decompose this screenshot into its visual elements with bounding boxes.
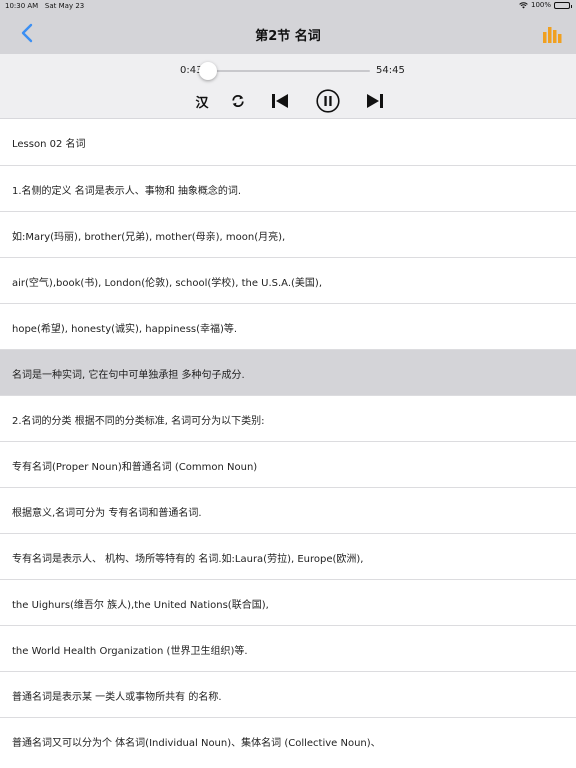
repeat-button[interactable] — [228, 90, 248, 112]
list-item[interactable]: hope(希望), honesty(诚实), happiness(幸福)等. — [0, 304, 576, 350]
list-item-text: 专有名词(Proper Noun)和普通名词 (Common Noun) — [12, 462, 258, 473]
list-item[interactable]: 如:Mary(玛丽), brother(兄弟), mother(母亲), moo… — [0, 212, 576, 258]
list-item-text: Lesson 02 名词 — [12, 139, 86, 150]
list-item-text: 普通名词又可以分为个 体名词(Individual Noun)、集体名词 (Co… — [12, 738, 381, 749]
progress-thumb[interactable] — [199, 62, 218, 80]
list-item[interactable]: the World Health Organization (世界卫生组织)等. — [0, 626, 576, 672]
list-item[interactable]: 名词是一种实词, 它在句中可单独承担 多种句子成分. — [0, 350, 576, 396]
skip-previous-icon — [272, 94, 288, 108]
pause-circle-icon — [316, 89, 340, 113]
audio-player: 0:43 54:45 汉 — [0, 54, 576, 119]
battery-icon — [554, 1, 572, 9]
lesson-text-list: Lesson 02 名词 1.名侧的定义 名词是表示人、事物和 抽象概念的词. 如:… — [0, 119, 576, 764]
list-item[interactable]: 专有名词是表示人、 机构、场所等特有的 名词.如:Laura(劳拉), Euro… — [0, 534, 576, 580]
battery-percent: 100% — [530, 1, 551, 9]
next-button[interactable] — [365, 90, 385, 112]
list-item-text: 如:Mary(玛丽), brother(兄弟), mother(母亲), moo… — [12, 232, 286, 243]
list-item-text: 1.名侧的定义 名词是表示人、事物和 抽象概念的词. — [12, 186, 242, 197]
list-item[interactable]: 普通名词又可以分为个 体名词(Individual Noun)、集体名词 (Co… — [0, 718, 576, 764]
list-item[interactable]: 专有名词(Proper Noun)和普通名词 (Common Noun) — [0, 442, 576, 488]
list-item-text: 名词是一种实词, 它在句中可单独承担 多种句子成分. — [12, 370, 245, 381]
page-title: 第2节 名词 — [255, 29, 321, 44]
list-item[interactable]: Lesson 02 名词 — [0, 119, 576, 166]
list-item[interactable]: 2.名词的分类 根据不同的分类标准, 名词可分为以下类别: — [0, 396, 576, 442]
list-item[interactable]: 普通名词是表示某 一类人或事物所共有 的名称. — [0, 672, 576, 718]
status-time-text: 10:30 AM — [5, 2, 39, 10]
list-item-text: 2.名词的分类 根据不同的分类标准, 名词可分为以下类别: — [12, 416, 265, 427]
status-date-text: Sat May 23 — [44, 2, 85, 10]
list-item[interactable]: the Uighurs(维吾尔 族人),the United Nations(联… — [0, 580, 576, 626]
list-item[interactable]: 1.名侧的定义 名词是表示人、事物和 抽象概念的词. — [0, 166, 576, 212]
list-item-text: 专有名词是表示人、 机构、场所等特有的 名词.如:Laura(劳拉), Euro… — [12, 554, 364, 565]
language-toggle-button[interactable]: 汉 — [192, 90, 212, 112]
pause-button[interactable] — [315, 89, 341, 113]
status-right: 100% — [519, 1, 572, 9]
progress-slider[interactable] — [199, 62, 370, 80]
list-item-text: 根据意义,名词可分为 专有名词和普通名词. — [12, 508, 202, 519]
list-item-text: the Uighurs(维吾尔 族人),the United Nations(联… — [12, 600, 269, 611]
list-item-text: the World Health Organization (世界卫生组织)等. — [12, 646, 248, 657]
list-item-text: hope(希望), honesty(诚实), happiness(幸福)等. — [12, 324, 238, 335]
previous-button[interactable] — [270, 90, 290, 112]
status-bar: 10:30 AM Sat May 23 100% — [0, 0, 576, 12]
skip-next-icon — [367, 94, 383, 108]
repeat-icon — [232, 94, 244, 108]
navigation-bar: 第2节 名词 — [0, 12, 576, 54]
list-item[interactable]: 根据意义,名词可分为 专有名词和普通名词. — [0, 488, 576, 534]
wifi-icon — [519, 1, 528, 8]
list-item[interactable]: air(空气),book(书), London(伦敦), school(学校),… — [0, 258, 576, 304]
bar-chart-icon[interactable] — [542, 25, 562, 43]
total-time: 54:45 — [376, 65, 405, 76]
list-item-text: air(空气),book(书), London(伦敦), school(学校),… — [12, 278, 323, 289]
list-item-text: 普通名词是表示某 一类人或事物所共有 的名称. — [12, 692, 222, 703]
status-time: 10:30 AM Sat May 23 — [5, 2, 84, 10]
